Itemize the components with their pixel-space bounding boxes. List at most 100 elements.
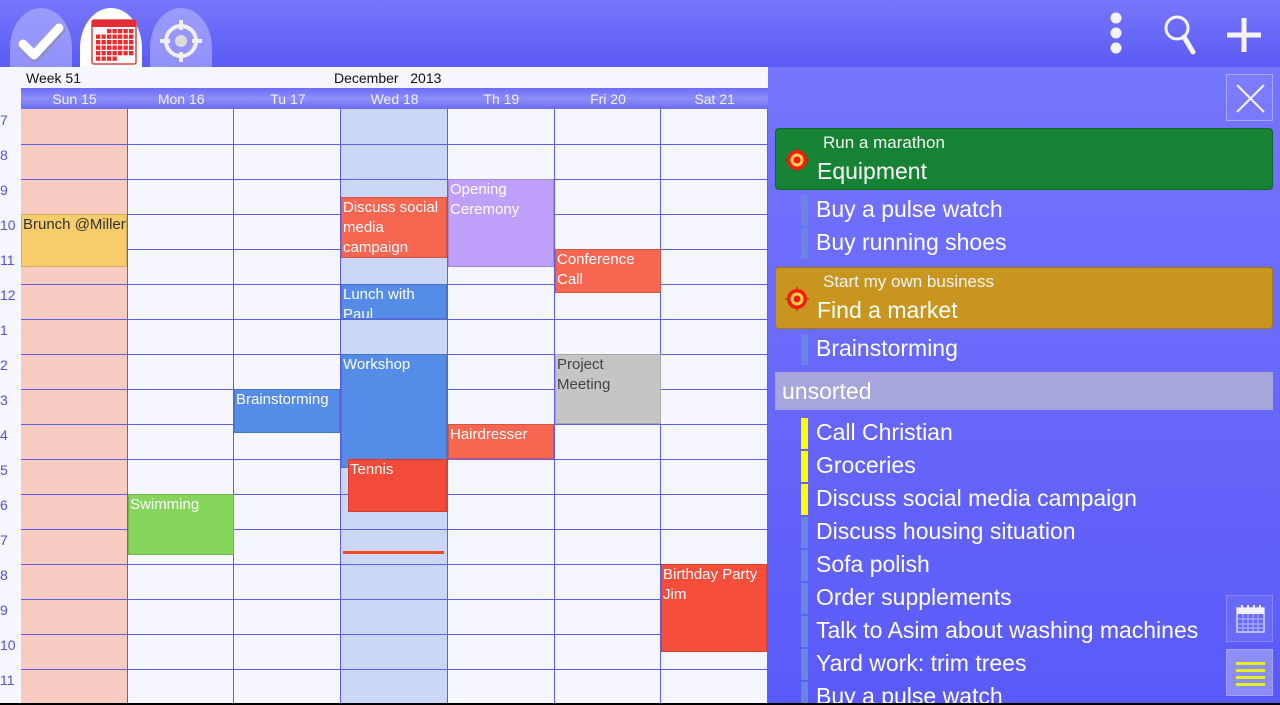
hour-label: 6 <box>0 497 8 513</box>
hour-label: 1 <box>0 322 8 338</box>
day-header[interactable]: Wed 18 <box>341 91 448 107</box>
task-item[interactable]: Sofa polish <box>801 550 1241 581</box>
task-item[interactable]: Call Christian <box>801 418 1241 449</box>
priority-bar <box>801 517 808 548</box>
task-item[interactable]: Discuss housing situation <box>801 517 1241 548</box>
hour-label: 9 <box>0 182 8 198</box>
event-title: Workshop <box>343 356 411 373</box>
calendar-event[interactable]: Opening Ceremony <box>448 179 554 267</box>
priority-bar <box>801 334 808 365</box>
event-title: Swimming <box>130 496 200 513</box>
goal-header[interactable]: Run a marathon Equipment <box>775 128 1273 190</box>
tab-tasks[interactable] <box>10 8 72 67</box>
calendar-event[interactable]: Workshop <box>341 354 447 468</box>
close-button[interactable] <box>1226 74 1273 121</box>
tab-goals[interactable] <box>150 8 212 67</box>
day-header[interactable]: Sun 15 <box>21 91 128 107</box>
task-label: Buy running shoes <box>816 229 1007 255</box>
more-vert-icon[interactable] <box>1090 8 1142 60</box>
goal-name: Start my own business <box>823 272 995 291</box>
list-view-button[interactable] <box>1226 649 1273 696</box>
task-item[interactable]: Yard work: trim trees <box>801 649 1241 680</box>
event-title: Tennis <box>350 461 394 478</box>
priority-bar <box>801 484 808 515</box>
month-label: December 2013 <box>334 70 442 86</box>
task-label: Discuss social media campaign <box>816 485 1137 511</box>
calendar-header: Week 51 December 2013 <box>0 67 768 88</box>
task-label: Yard work: trim trees <box>816 650 1027 676</box>
hour-gridline <box>21 144 768 145</box>
day-header[interactable]: Th 19 <box>448 91 555 107</box>
goal-target-icon <box>785 287 809 311</box>
tab-calendar[interactable] <box>80 8 142 67</box>
event-title: Hairdresser <box>450 426 528 443</box>
priority-bar <box>801 616 808 647</box>
event-title: Brainstorming <box>236 391 329 408</box>
task-label: Call Christian <box>816 419 953 445</box>
task-item[interactable]: Buy a pulse watch <box>801 682 1241 703</box>
week-calendar: Week 51 December 2013 Sun 15 Mon 16 Tu 17 W… <box>0 67 768 703</box>
calendar-view-button[interactable] <box>1226 595 1273 642</box>
calendar-event[interactable]: Birthday Party Jim <box>661 564 767 652</box>
day-header[interactable]: Mon 16 <box>128 91 235 107</box>
event-title: Opening Ceremony <box>450 181 520 218</box>
task-item[interactable]: Buy running shoes <box>801 228 1241 259</box>
day-header[interactable]: Fri 20 <box>555 91 662 107</box>
goal-header[interactable]: Start my own business Find a market <box>775 267 1273 329</box>
calendar-event[interactable]: Lunch with Paul <box>341 284 447 319</box>
calendar-event[interactable]: Swimming <box>128 494 234 555</box>
search-icon[interactable] <box>1155 8 1207 60</box>
plus-icon[interactable] <box>1218 8 1270 60</box>
task-item[interactable]: Talk to Asim about washing machines <box>801 616 1241 647</box>
goal-target-icon <box>785 148 809 172</box>
task-item[interactable]: Discuss social media campaign <box>801 484 1241 515</box>
calendar-event[interactable]: Discuss social media campaign <box>341 197 447 258</box>
checkmark-icon <box>18 23 65 62</box>
calendar-event[interactable]: Tennis <box>348 459 447 512</box>
task-label: Brainstorming <box>816 335 958 361</box>
target-icon <box>160 20 202 62</box>
calendar-event[interactable]: Conference Call <box>555 249 661 293</box>
event-title: Lunch with Paul <box>343 286 415 319</box>
hour-label: 3 <box>0 392 8 408</box>
task-item[interactable]: Groceries <box>801 451 1241 482</box>
task-item[interactable]: Buy a pulse watch <box>801 195 1241 226</box>
hour-gridline <box>21 634 768 635</box>
hour-label: 9 <box>0 602 8 618</box>
hour-label: 10 <box>0 637 16 653</box>
task-label: Discuss housing situation <box>816 518 1076 544</box>
list-icon <box>1236 662 1265 686</box>
task-item[interactable]: Brainstorming <box>801 334 1241 365</box>
calendar-event[interactable]: Brunch @Miller <box>21 214 127 267</box>
section-label: unsorted <box>782 378 872 404</box>
hour-label: 2 <box>0 357 8 373</box>
hour-label: 4 <box>0 427 8 443</box>
task-item[interactable]: Order supplements <box>801 583 1241 614</box>
day-header[interactable]: Sat 21 <box>661 91 768 107</box>
unsorted-section-header[interactable]: unsorted <box>775 372 1273 410</box>
task-label: Buy a pulse watch <box>816 196 1003 222</box>
goal-step-title: Find a market <box>817 297 958 323</box>
priority-bar <box>801 418 808 449</box>
close-icon <box>1236 84 1265 113</box>
task-label: Order supplements <box>816 584 1012 610</box>
hour-gridline <box>21 669 768 670</box>
calendar-grid[interactable]: Brunch @Miller Discuss social media campa… <box>21 109 768 703</box>
day-header[interactable]: Tu 17 <box>234 91 341 107</box>
hour-label: 11 <box>0 672 15 688</box>
weekend-column <box>21 109 128 703</box>
event-title: Conference Call <box>557 251 635 288</box>
priority-bar <box>801 583 808 614</box>
calendar-event[interactable]: Project Meeting <box>555 354 661 424</box>
priority-bar <box>801 228 808 259</box>
calendar-icon <box>91 19 137 65</box>
event-title: Project Meeting <box>557 356 611 393</box>
week-label: Week 51 <box>26 70 81 86</box>
priority-bar <box>801 682 808 703</box>
task-panel: Run a marathon Equipment Buy a pulse watch… <box>768 67 1280 703</box>
calendar-event[interactable]: Brainstorming <box>234 389 340 433</box>
priority-bar <box>801 550 808 581</box>
calendar-event[interactable]: Hairdresser <box>448 424 554 459</box>
hour-label: 7 <box>0 112 8 128</box>
hour-gridline <box>21 179 768 180</box>
